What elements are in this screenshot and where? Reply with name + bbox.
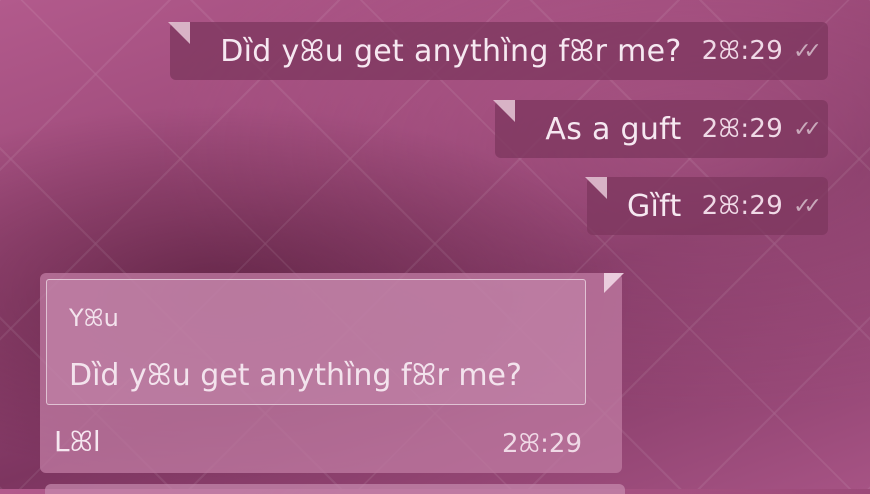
outgoing-message-bubble[interactable]: As a guft 2ꕤ:29 ✓✓ bbox=[495, 100, 828, 158]
quoted-author: Yꕤu bbox=[69, 304, 119, 332]
outgoing-message-bubble[interactable]: Dȉd yꕤu get anythȉng fꕤr me? 2ꕤ:29 ✓✓ bbox=[170, 22, 828, 80]
double-check-icon: ✓✓ bbox=[793, 116, 822, 142]
message-meta: 2ꕤ:29 ✓✓ bbox=[701, 190, 822, 222]
message-text: Lꕤl bbox=[54, 425, 101, 458]
quoted-message[interactable]: Yꕤu Dȉd yꕤu get anythȉng fꕤr me? bbox=[46, 279, 586, 405]
message-text: Gȉft bbox=[627, 188, 682, 224]
message-text: As a guft bbox=[545, 111, 682, 147]
message-time: 2ꕤ:29 bbox=[701, 190, 784, 221]
message-time: 2ꕤ:29 bbox=[701, 113, 784, 144]
message-time: 2ꕤ:29 bbox=[701, 35, 784, 66]
incoming-message-bubble[interactable]: Yꕤu Dȉd yꕤu get anythȉng fꕤr me? Lꕤl 2ꕤ:… bbox=[40, 273, 624, 473]
next-message-bubble[interactable] bbox=[45, 484, 625, 494]
message-meta: 2ꕤ:29 ✓✓ bbox=[701, 35, 822, 67]
message-time: 2ꕤ:29 bbox=[501, 429, 582, 459]
message-meta: 2ꕤ:29 ✓✓ bbox=[701, 113, 822, 145]
message-text: Dȉd yꕤu get anythȉng fꕤr me? bbox=[220, 33, 682, 69]
outgoing-message-bubble[interactable]: Gȉft 2ꕤ:29 ✓✓ bbox=[587, 177, 828, 235]
quoted-text: Dȉd yꕤu get anythȉng fꕤr me? bbox=[69, 358, 522, 393]
double-check-icon: ✓✓ bbox=[793, 193, 822, 219]
double-check-icon: ✓✓ bbox=[793, 38, 822, 64]
